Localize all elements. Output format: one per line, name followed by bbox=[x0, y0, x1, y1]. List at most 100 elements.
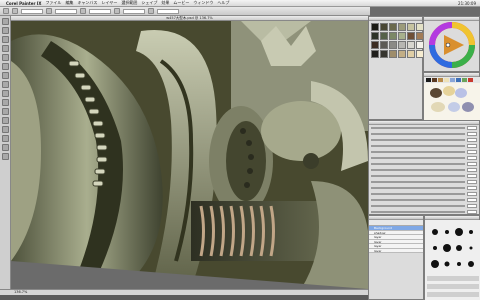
grain-icon[interactable] bbox=[80, 8, 86, 14]
value-field[interactable] bbox=[467, 144, 477, 148]
slider[interactable] bbox=[371, 163, 465, 165]
swatch[interactable] bbox=[371, 50, 379, 58]
crop-tool-icon[interactable] bbox=[1, 99, 9, 106]
paint-bucket-tool-icon[interactable] bbox=[1, 36, 9, 43]
shape-tool-icon[interactable] bbox=[1, 117, 9, 124]
value-field[interactable] bbox=[467, 168, 477, 172]
menu-help[interactable]: ヘルプ bbox=[217, 0, 229, 6]
magic-wand-tool-icon[interactable] bbox=[1, 90, 9, 97]
value-field[interactable] bbox=[467, 198, 477, 202]
magnifier-tool-icon[interactable] bbox=[1, 144, 9, 151]
slider[interactable] bbox=[371, 199, 465, 201]
layer-name: Background bbox=[374, 226, 392, 230]
layer-name: layer bbox=[374, 248, 382, 253]
bleed-icon[interactable] bbox=[148, 8, 154, 14]
brush-tool-icon[interactable] bbox=[1, 18, 9, 25]
value-field[interactable] bbox=[467, 180, 477, 184]
app-menu[interactable]: Corel Painter IX bbox=[6, 1, 41, 6]
dab-preview-grid[interactable] bbox=[425, 220, 480, 300]
swatch[interactable] bbox=[380, 23, 388, 31]
slider[interactable] bbox=[371, 133, 465, 135]
slider[interactable] bbox=[371, 205, 465, 207]
swatch[interactable] bbox=[398, 50, 406, 58]
swatch[interactable] bbox=[398, 23, 406, 31]
eraser-tool-icon[interactable] bbox=[1, 45, 9, 52]
slider[interactable] bbox=[371, 175, 465, 177]
rotate-page-tool-icon[interactable] bbox=[1, 153, 9, 160]
lasso-tool-icon[interactable] bbox=[1, 81, 9, 88]
resat-field[interactable] bbox=[123, 8, 145, 14]
swatch-grid bbox=[369, 21, 424, 60]
swatch[interactable] bbox=[398, 41, 406, 49]
menu-shapes[interactable]: シェイプ bbox=[141, 0, 157, 6]
brush-dab-panel bbox=[424, 215, 480, 300]
text-tool-icon[interactable] bbox=[1, 126, 9, 133]
swatch[interactable] bbox=[407, 50, 415, 58]
value-field[interactable] bbox=[467, 174, 477, 178]
grain-field[interactable] bbox=[89, 8, 111, 14]
layers-panel: Background shadow layer layer layer laye… bbox=[368, 215, 424, 300]
swatch[interactable] bbox=[380, 50, 388, 58]
rectangle-select-tool-icon[interactable] bbox=[1, 72, 9, 79]
menu-select[interactable]: 選択範囲 bbox=[121, 0, 137, 6]
transform-tool-icon[interactable] bbox=[1, 63, 9, 70]
swatch[interactable] bbox=[371, 23, 379, 31]
slider[interactable] bbox=[371, 181, 465, 183]
swatch[interactable] bbox=[380, 41, 388, 49]
menu-movie[interactable]: ムービー bbox=[173, 0, 189, 6]
size-field[interactable] bbox=[21, 8, 43, 14]
opacity-field[interactable] bbox=[55, 8, 77, 14]
mixer-pad[interactable] bbox=[424, 77, 480, 124]
menu-effects[interactable]: 効果 bbox=[161, 0, 169, 6]
slider[interactable] bbox=[371, 157, 465, 159]
swatch[interactable] bbox=[407, 32, 415, 40]
value-field[interactable] bbox=[467, 132, 477, 136]
slider[interactable] bbox=[371, 211, 465, 213]
resat-icon[interactable] bbox=[114, 8, 120, 14]
swatch[interactable] bbox=[371, 41, 379, 49]
value-field[interactable] bbox=[467, 150, 477, 154]
swatch[interactable] bbox=[380, 32, 388, 40]
eyedropper-tool-icon[interactable] bbox=[1, 27, 9, 34]
swatch[interactable] bbox=[389, 41, 397, 49]
swatch[interactable] bbox=[371, 32, 379, 40]
menu-window[interactable]: ウィンドウ bbox=[193, 0, 213, 6]
reset-button[interactable] bbox=[12, 8, 18, 14]
brush-tool-icon[interactable] bbox=[3, 8, 9, 14]
menu-layers[interactable]: レイヤー bbox=[101, 0, 117, 6]
swatch[interactable] bbox=[407, 41, 415, 49]
value-field[interactable] bbox=[467, 186, 477, 190]
slider[interactable] bbox=[371, 127, 465, 129]
swatch[interactable] bbox=[407, 23, 415, 31]
layer-adjuster-tool-icon[interactable] bbox=[1, 54, 9, 61]
value-field[interactable] bbox=[467, 192, 477, 196]
menu-file[interactable]: ファイル bbox=[45, 0, 61, 6]
layer-row[interactable]: layer bbox=[369, 248, 423, 253]
value-field[interactable] bbox=[467, 204, 477, 208]
value-field[interactable] bbox=[467, 126, 477, 130]
value-field[interactable] bbox=[467, 210, 477, 214]
swatch[interactable] bbox=[389, 50, 397, 58]
slider[interactable] bbox=[371, 151, 465, 153]
swatch[interactable] bbox=[389, 23, 397, 31]
menu-canvas[interactable]: キャンバス bbox=[77, 0, 97, 6]
value-field[interactable] bbox=[467, 138, 477, 142]
slider[interactable] bbox=[371, 145, 465, 147]
bleed-field[interactable] bbox=[157, 8, 179, 14]
swatch[interactable] bbox=[389, 32, 397, 40]
color-wheel[interactable] bbox=[424, 21, 480, 72]
grabber-tool-icon[interactable] bbox=[1, 135, 9, 142]
value-field[interactable] bbox=[467, 162, 477, 166]
value-field[interactable] bbox=[467, 156, 477, 160]
slider[interactable] bbox=[371, 139, 465, 141]
menu-edit[interactable]: 編集 bbox=[65, 0, 73, 6]
slider[interactable] bbox=[371, 169, 465, 171]
canvas[interactable] bbox=[11, 21, 368, 289]
pen-tool-icon[interactable] bbox=[1, 108, 9, 115]
slider[interactable] bbox=[371, 187, 465, 189]
slider[interactable] bbox=[371, 193, 465, 195]
swatch[interactable] bbox=[398, 32, 406, 40]
property-bar bbox=[0, 7, 370, 16]
mixer-panel bbox=[423, 72, 480, 124]
opacity-icon[interactable] bbox=[46, 8, 52, 14]
